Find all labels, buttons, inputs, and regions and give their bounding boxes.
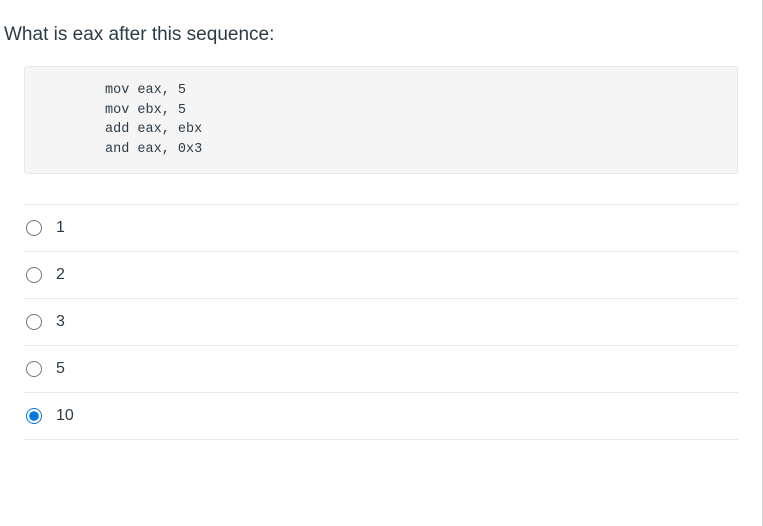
option-label: 5	[56, 360, 65, 378]
option-label: 2	[56, 266, 65, 284]
option-radio-2[interactable]	[26, 267, 42, 283]
option-radio-3[interactable]	[26, 314, 42, 330]
option-row[interactable]: 3	[24, 298, 738, 345]
option-radio-10[interactable]	[26, 408, 42, 424]
option-radio-5[interactable]	[26, 361, 42, 377]
question-prompt: What is eax after this sequence:	[0, 0, 762, 66]
options-list: 1 2 3 5 10	[0, 204, 762, 440]
quiz-question-container: What is eax after this sequence: mov eax…	[0, 0, 762, 440]
option-row[interactable]: 2	[24, 251, 738, 298]
option-row[interactable]: 1	[24, 204, 738, 251]
option-row[interactable]: 5	[24, 345, 738, 392]
option-row[interactable]: 10	[24, 392, 738, 440]
code-block: mov eax, 5 mov ebx, 5 add eax, ebx and e…	[24, 66, 738, 174]
option-label: 3	[56, 313, 65, 331]
option-radio-1[interactable]	[26, 220, 42, 236]
option-label: 10	[56, 407, 74, 425]
option-label: 1	[56, 219, 65, 237]
